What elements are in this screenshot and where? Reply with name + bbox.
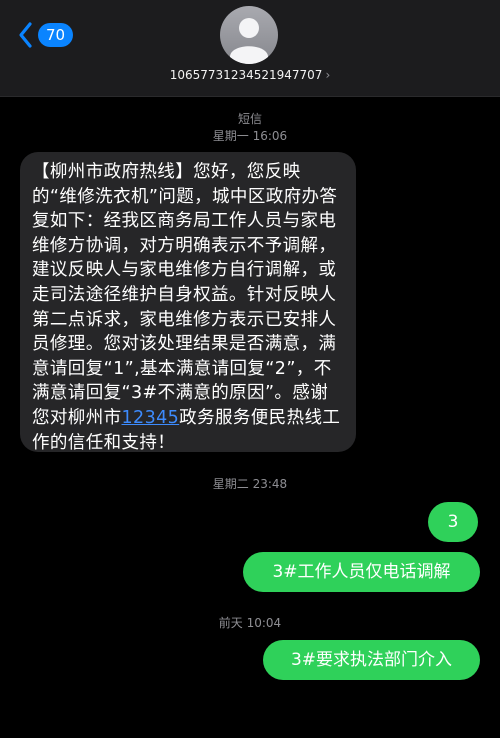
outgoing-message-bubble-3[interactable]: 3#要求执法部门介入 bbox=[263, 640, 480, 680]
phone-number-link[interactable]: 12345 bbox=[122, 408, 180, 428]
outgoing-message-bubble-2[interactable]: 3#工作人员仅电话调解 bbox=[243, 552, 480, 592]
conversation-header: 70 10657731234521947707 › bbox=[0, 0, 500, 97]
chevron-right-icon: › bbox=[325, 68, 331, 82]
message-text: 【柳州市政府热线】您好，您反映的“维修洗衣机”问题，城中区政府办答复如下：经我区… bbox=[32, 162, 338, 428]
outgoing-message-bubble[interactable]: 3 bbox=[428, 502, 478, 542]
contact-number: 10657731234521947707 bbox=[169, 68, 323, 82]
contact-avatar[interactable] bbox=[220, 6, 278, 64]
chevron-left-icon bbox=[19, 22, 32, 48]
unread-count-badge: 70 bbox=[38, 23, 74, 47]
service-label: 短信 bbox=[237, 112, 262, 126]
back-button[interactable]: 70 bbox=[16, 20, 74, 50]
person-avatar-icon bbox=[230, 18, 268, 64]
message-timestamp-2: 星期二 23:48 bbox=[212, 477, 288, 491]
incoming-message-bubble[interactable]: 【柳州市政府热线】您好，您反映的“维修洗衣机”问题，城中区政府办答复如下：经我区… bbox=[20, 152, 356, 453]
message-timestamp-3: 前天 10:04 bbox=[218, 616, 282, 630]
contact-name[interactable]: 10657731234521947707 › bbox=[0, 68, 500, 82]
message-timestamp: 星期一 16:06 bbox=[212, 129, 288, 143]
